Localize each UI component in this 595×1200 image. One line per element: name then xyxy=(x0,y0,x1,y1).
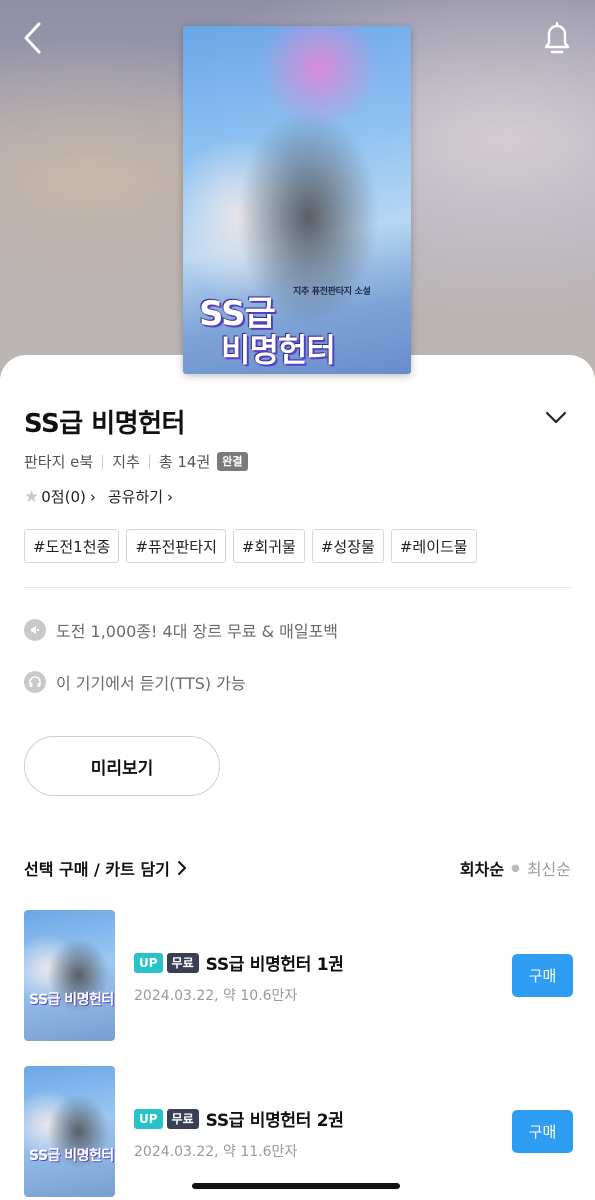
cover-title-line1: SS급 xyxy=(199,294,276,334)
tag-list: #도전1천종 #퓨전판타지 #회귀물 #성장물 #레이드물 xyxy=(24,529,477,563)
rating-row: ★ 0점(0) › 공유하기 › xyxy=(24,486,173,507)
star-icon: ★ xyxy=(24,486,40,507)
thumbnail-title: SS급 비명헌터 xyxy=(29,1148,114,1164)
sort-by-latest[interactable]: 최신순 xyxy=(527,856,571,880)
up-badge: UP xyxy=(134,1108,163,1129)
share-label: 공유하기 xyxy=(107,488,164,506)
bell-icon xyxy=(544,21,570,54)
tts-info-row: 이 기기에서 듣기(TTS) 가능 xyxy=(24,670,246,694)
episode-info: UP 무료 SS급 비명헌터 2권 2024.03.22, 약 11.6만자 xyxy=(134,1106,344,1161)
share-button[interactable]: 공유하기 › xyxy=(108,486,173,507)
rating-text: 0점(0) xyxy=(41,488,86,506)
episode-meta: 2024.03.22, 약 10.6만자 xyxy=(134,988,298,1004)
episode-title: SS급 비명헌터 2권 xyxy=(205,1111,344,1131)
cover-title: SS급 비명헌터 xyxy=(199,296,399,368)
section-divider xyxy=(24,587,571,588)
episode-item[interactable]: SS급 비명헌터 UP 무료 SS급 비명헌터 2권 2024.03.22, 약… xyxy=(24,1066,573,1197)
free-badge: 무료 xyxy=(166,1108,199,1129)
back-chevron-icon xyxy=(24,22,41,54)
tts-text: 이 기기에서 듣기(TTS) 가능 xyxy=(56,674,246,693)
tag-chip[interactable]: #퓨전판타지 xyxy=(126,529,226,563)
episode-title-row: UP 무료 SS급 비명헌터 2권 xyxy=(134,1106,344,1131)
chevron-right-icon: › xyxy=(167,487,174,506)
episode-meta: 2024.03.22, 약 11.6만자 xyxy=(134,1144,298,1160)
cover-title-line2: 비명헌터 xyxy=(221,331,336,369)
episode-title-row: UP 무료 SS급 비명헌터 1권 xyxy=(134,950,344,975)
volume-count: 총 14권 xyxy=(158,453,211,471)
headphones-icon xyxy=(24,671,46,693)
episode-item[interactable]: SS급 비명헌터 UP 무료 SS급 비명헌터 1권 2024.03.22, 약… xyxy=(24,910,573,1041)
chevron-right-icon xyxy=(177,861,186,875)
rating-link[interactable]: ★ 0점(0) › xyxy=(24,486,96,507)
preview-button[interactable]: 미리보기 xyxy=(24,736,220,796)
meta-divider xyxy=(148,454,150,469)
sort-by-episode[interactable]: 회차순 xyxy=(460,856,504,880)
episode-thumbnail: SS급 비명헌터 xyxy=(24,1066,115,1197)
sort-separator: ● xyxy=(511,862,520,874)
buy-button[interactable]: 구매 xyxy=(512,1110,573,1153)
author-link[interactable]: 지추 xyxy=(112,451,140,472)
notification-button[interactable] xyxy=(537,18,577,58)
promo-info-row: 도전 1,000종! 4대 장르 무료 & 매일포백 xyxy=(24,618,338,642)
episode-list-header: 선택 구매 / 카트 담기 회차순 ● 최신순 xyxy=(24,855,571,881)
select-purchase-label: 선택 구매 / 카트 담기 xyxy=(24,860,170,879)
select-purchase-link[interactable]: 선택 구매 / 카트 담기 xyxy=(24,856,189,880)
buy-button[interactable]: 구매 xyxy=(512,954,573,997)
promo-text: 도전 1,000종! 4대 장르 무료 & 매일포백 xyxy=(56,622,339,641)
title-row: SS급 비명헌터 xyxy=(24,403,571,443)
book-cover[interactable]: 지추 퓨전판타지 소설 SS급 비명헌터 xyxy=(183,26,411,374)
up-badge: UP xyxy=(134,952,163,973)
thumbnail-title: SS급 비명헌터 xyxy=(29,992,114,1008)
chevron-right-icon: › xyxy=(89,487,96,506)
book-title: SS급 비명헌터 xyxy=(24,409,185,439)
tag-chip[interactable]: #레이드물 xyxy=(390,529,477,563)
back-button[interactable] xyxy=(14,18,54,58)
sort-options: 회차순 ● 최신순 xyxy=(460,856,571,880)
episode-title: SS급 비명헌터 1권 xyxy=(205,955,344,975)
home-indicator[interactable] xyxy=(192,1183,400,1189)
episode-info: UP 무료 SS급 비명헌터 1권 2024.03.22, 약 10.6만자 xyxy=(134,950,344,1005)
genre-text[interactable]: 판타지 e북 xyxy=(24,451,93,472)
meta-divider xyxy=(102,454,104,469)
tag-chip[interactable]: #성장물 xyxy=(311,529,384,563)
free-badge: 무료 xyxy=(166,952,199,973)
episode-thumbnail: SS급 비명헌터 xyxy=(24,910,115,1041)
chevron-down-icon[interactable] xyxy=(543,405,569,431)
book-meta: 판타지 e북 지추 총 14권 완결 xyxy=(24,451,248,472)
tag-chip[interactable]: #도전1천종 xyxy=(24,529,120,563)
megaphone-icon xyxy=(24,619,46,641)
status-badge: 완결 xyxy=(217,452,248,471)
tag-chip[interactable]: #회귀물 xyxy=(232,529,305,563)
